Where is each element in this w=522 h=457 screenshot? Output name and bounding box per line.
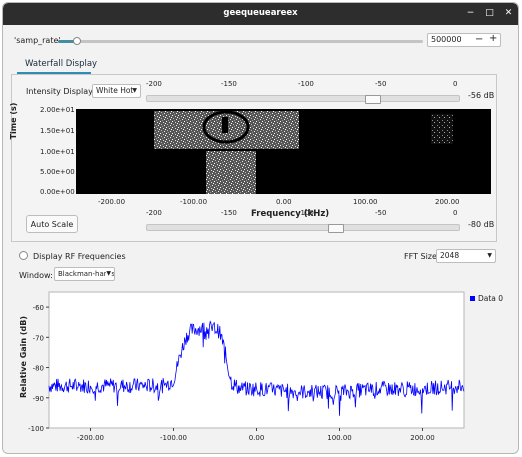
close-icon[interactable]: ✕ <box>503 8 514 19</box>
window-select[interactable]: Blackman-harris ▼ <box>54 267 115 281</box>
waterfall-signal-band <box>206 151 256 194</box>
bottom-range-tick: 0 <box>453 209 458 217</box>
chevron-down-icon: ▼ <box>132 87 137 94</box>
x-tick-label: -100.00 <box>160 434 187 442</box>
waterfall-y-tick: 1.00e+01 <box>40 148 75 156</box>
samp-rate-label: 'samp_rate' <box>14 36 61 45</box>
intensity-display-select[interactable]: White Hot ▼ <box>92 84 141 98</box>
fft-size-select[interactable]: 2048 ▼ <box>436 249 496 263</box>
samp-rate-value: 500000 <box>431 35 462 44</box>
app-window: geequeueareex − □ ✕ 'samp_rate' 500000 −… <box>2 2 519 454</box>
waterfall-y-tick: 5.00e+00 <box>40 168 75 176</box>
x-tick-label: 0.00 <box>249 434 265 442</box>
title-bar: geequeueareex − □ ✕ <box>3 3 518 25</box>
legend-label: Data 0 <box>478 294 503 303</box>
y-tick-label: -70 <box>33 334 44 342</box>
waterfall-x-tick: -100.00 <box>180 198 208 206</box>
y-tick-label: -90 <box>33 395 44 403</box>
waterfall-signal-mark <box>222 117 228 133</box>
bottom-range-tick: -150 <box>221 209 237 217</box>
top-range-tick: -50 <box>375 80 387 88</box>
display-rf-checkbox[interactable] <box>19 251 28 260</box>
waterfall-x-label: Frequency (kHz) <box>251 209 330 219</box>
waterfall-x-tick: 0.00 <box>276 198 292 206</box>
decrement-button[interactable]: − <box>475 34 483 45</box>
plot-canvas <box>48 291 465 429</box>
waterfall-y-label: Time (s) <box>9 102 18 140</box>
waterfall-display[interactable] <box>76 109 491 194</box>
fft-size-value: 2048 <box>440 251 460 260</box>
y-axis-label: Relative Gain (dB) <box>19 316 28 398</box>
top-range-tick: 0 <box>453 80 458 88</box>
tab-waterfall-display[interactable]: Waterfall Display <box>25 59 97 69</box>
top-range-tick: -150 <box>221 80 237 88</box>
chevron-down-icon: ▼ <box>106 268 111 280</box>
waterfall-x-tick: 100.00 <box>353 198 378 206</box>
y-tick-label: -80 <box>33 365 44 373</box>
x-tick-label: -200.00 <box>77 434 104 442</box>
bottom-range-tick: -50 <box>375 209 387 217</box>
window-title: geequeueareex <box>223 8 298 18</box>
waterfall-x-tick: -200.00 <box>98 198 126 206</box>
y-tick-label: -100 <box>28 425 44 433</box>
max-intensity-value: -56 dB <box>468 91 495 100</box>
chevron-down-icon: ▼ <box>487 252 492 259</box>
max-intensity-slider[interactable] <box>146 95 460 104</box>
x-tick-label: 200.00 <box>410 434 435 442</box>
y-tick-label: -60 <box>33 304 44 312</box>
waterfall-y-tick: 0.00e+00 <box>40 188 75 196</box>
top-range-tick: -100 <box>298 80 314 88</box>
frequency-plot[interactable]: -60 -70 -80 -90 -100 -200.00 -100.00 0.00 100.00… <box>11 286 507 451</box>
waterfall-x-tick: 200.00 <box>435 198 460 206</box>
window-label: Window: <box>19 271 53 280</box>
waterfall-noise-patch <box>431 114 453 144</box>
display-rf-label: Display RF Frequencies <box>33 252 126 261</box>
samp-rate-slider-handle[interactable] <box>73 37 81 45</box>
intensity-display-value: White Hot <box>96 86 134 95</box>
min-intensity-handle[interactable] <box>328 224 344 233</box>
x-tick-label: 100.00 <box>327 434 352 442</box>
min-intensity-value: -80 dB <box>468 220 495 229</box>
min-intensity-slider[interactable] <box>146 224 460 233</box>
bottom-range-tick: -100 <box>298 209 314 217</box>
samp-rate-slider-track[interactable] <box>58 40 423 43</box>
fft-size-label: FFT Size: <box>404 252 440 261</box>
auto-scale-button[interactable]: Auto Scale <box>26 215 78 233</box>
legend-swatch <box>470 296 475 301</box>
max-intensity-handle[interactable] <box>365 95 381 104</box>
intensity-display-label: Intensity Display: <box>26 87 95 96</box>
waterfall-y-tick: 1.50e+01 <box>40 127 75 135</box>
minimize-icon[interactable]: − <box>465 8 476 19</box>
top-range-tick: -200 <box>146 80 162 88</box>
bottom-range-tick: -200 <box>146 209 162 217</box>
waterfall-y-tick: 2.00e+01 <box>40 106 75 114</box>
increment-button[interactable]: + <box>489 33 497 44</box>
maximize-icon[interactable]: □ <box>484 8 495 19</box>
